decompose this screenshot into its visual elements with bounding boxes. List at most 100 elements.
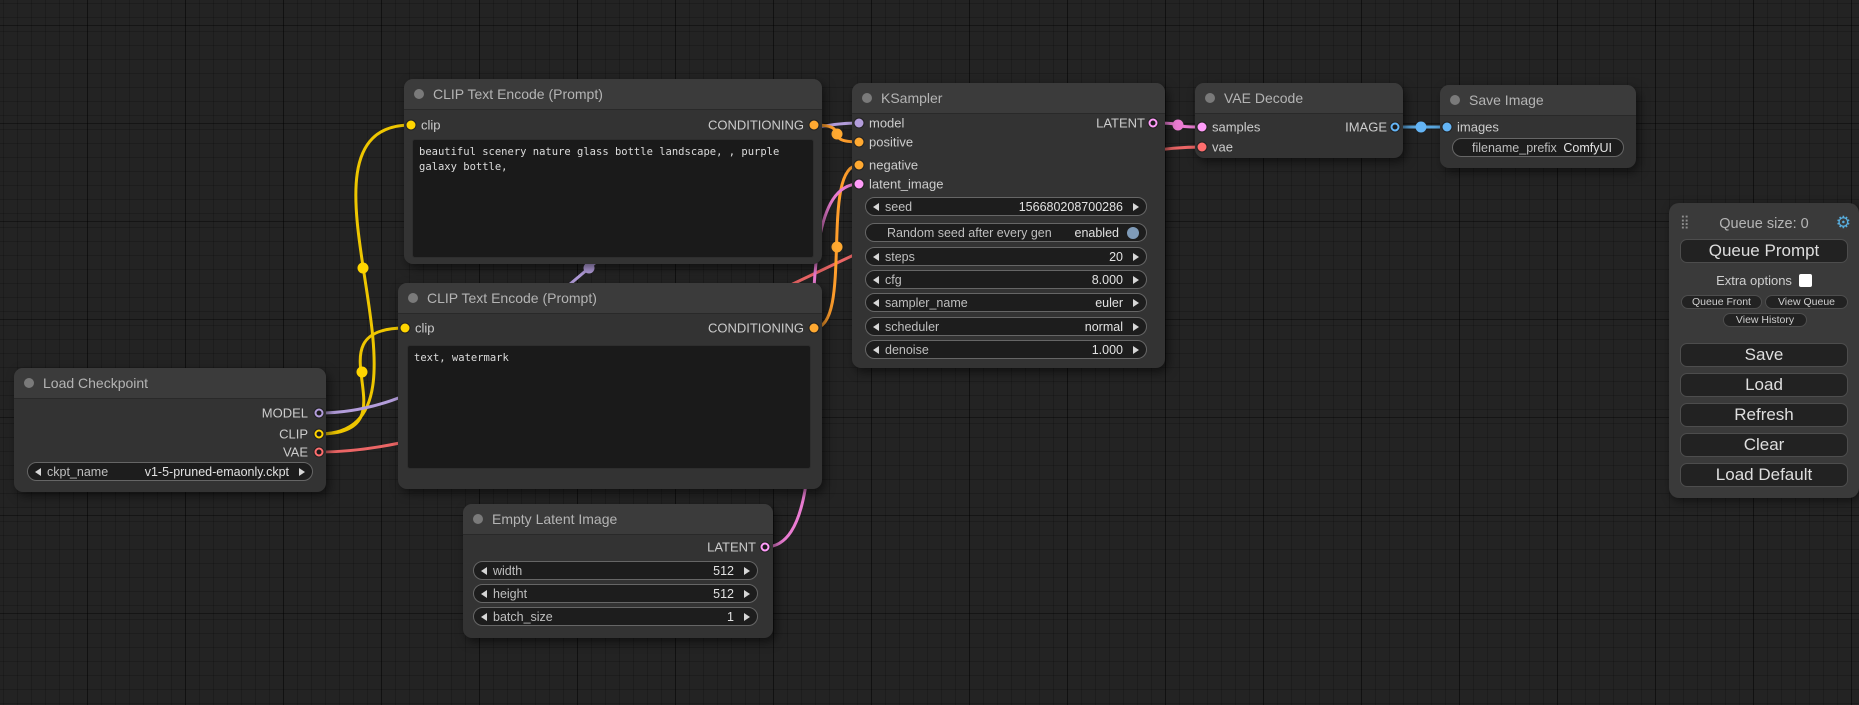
decrement-arrow-icon[interactable] xyxy=(873,346,879,354)
load-default-button[interactable]: Load Default xyxy=(1680,463,1848,487)
latent-output-port[interactable] xyxy=(761,543,770,552)
refresh-button[interactable]: Refresh xyxy=(1680,403,1848,427)
widget-label: scheduler xyxy=(885,320,939,334)
ckpt-name-widget[interactable]: ckpt_name v1-5-pruned-emaonly.ckpt xyxy=(27,462,313,481)
steps-widget[interactable]: steps 20 xyxy=(865,247,1147,266)
samples-input-port[interactable] xyxy=(1198,123,1207,132)
collapse-dot-icon[interactable] xyxy=(408,293,418,303)
clip-input-label: clip xyxy=(421,118,441,133)
scheduler-widget[interactable]: scheduler normal xyxy=(865,317,1147,336)
node-load-checkpoint[interactable]: Load Checkpoint MODEL CLIP VAE ckpt_name… xyxy=(14,368,326,492)
node-save-image[interactable]: Save Image images filename_prefix ComfyU… xyxy=(1440,85,1636,168)
denoise-widget[interactable]: denoise 1.000 xyxy=(865,340,1147,359)
increment-arrow-icon[interactable] xyxy=(744,590,750,598)
decrement-arrow-icon[interactable] xyxy=(873,276,879,284)
latent-output-port[interactable] xyxy=(1149,119,1158,128)
vae-input-port[interactable] xyxy=(1198,143,1207,152)
clip-input-port[interactable] xyxy=(401,324,410,333)
increment-arrow-icon[interactable] xyxy=(744,567,750,575)
decrement-arrow-icon[interactable] xyxy=(481,590,487,598)
batch-size-widget[interactable]: batch_size 1 xyxy=(473,607,758,626)
node-clip-text-encode-positive[interactable]: CLIP Text Encode (Prompt) clip CONDITION… xyxy=(404,79,822,264)
clip-input-port[interactable] xyxy=(407,121,416,130)
image-output-port[interactable] xyxy=(1391,123,1400,132)
image-output-label: IMAGE xyxy=(1345,120,1387,135)
filename-prefix-widget[interactable]: filename_prefix ComfyUI xyxy=(1452,138,1624,157)
node-title-bar[interactable]: CLIP Text Encode (Prompt) xyxy=(398,283,822,314)
collapse-dot-icon[interactable] xyxy=(1205,93,1215,103)
increment-arrow-icon[interactable] xyxy=(299,468,305,476)
save-button[interactable]: Save xyxy=(1680,343,1848,367)
node-empty-latent-image[interactable]: Empty Latent Image LATENT width 512 heig… xyxy=(463,504,773,638)
widget-value: 512 xyxy=(713,564,734,578)
comfyui-canvas[interactable]: { "colors": { "model": "#b39ddb", "clip"… xyxy=(0,0,1859,705)
extra-options-label: Extra options xyxy=(1716,273,1792,288)
node-title-bar[interactable]: VAE Decode xyxy=(1195,83,1403,114)
node-vae-decode[interactable]: VAE Decode samples vae IMAGE xyxy=(1195,83,1403,158)
node-ksampler[interactable]: KSampler model positive negative latent_… xyxy=(852,83,1165,368)
node-title: VAE Decode xyxy=(1224,90,1303,106)
decrement-arrow-icon[interactable] xyxy=(35,468,41,476)
clip-output-port[interactable] xyxy=(315,430,324,439)
model-input-port[interactable] xyxy=(855,119,864,128)
cfg-widget[interactable]: cfg 8.000 xyxy=(865,270,1147,289)
decrement-arrow-icon[interactable] xyxy=(873,253,879,261)
collapse-dot-icon[interactable] xyxy=(1450,95,1460,105)
increment-arrow-icon[interactable] xyxy=(1133,299,1139,307)
increment-arrow-icon[interactable] xyxy=(1133,276,1139,284)
queue-prompt-button[interactable]: Queue Prompt xyxy=(1680,239,1848,263)
samples-input-label: samples xyxy=(1212,120,1260,135)
prompt-textarea[interactable]: beautiful scenery nature glass bottle la… xyxy=(412,139,814,258)
gear-icon[interactable]: ⚙ xyxy=(1836,213,1851,233)
vae-input-label: vae xyxy=(1212,140,1233,155)
widget-value: 1 xyxy=(727,610,734,624)
conditioning-output-port[interactable] xyxy=(810,324,819,333)
widget-value: 20 xyxy=(1109,250,1123,264)
conditioning-output-label: CONDITIONING xyxy=(708,321,804,336)
positive-input-port[interactable] xyxy=(855,138,864,147)
load-button[interactable]: Load xyxy=(1680,373,1848,397)
node-clip-text-encode-negative[interactable]: CLIP Text Encode (Prompt) clip CONDITION… xyxy=(398,283,822,489)
conditioning-output-port[interactable] xyxy=(810,121,819,130)
extra-options-row: Extra options xyxy=(1669,273,1859,288)
height-widget[interactable]: height 512 xyxy=(473,584,758,603)
increment-arrow-icon[interactable] xyxy=(744,613,750,621)
width-widget[interactable]: width 512 xyxy=(473,561,758,580)
decrement-arrow-icon[interactable] xyxy=(873,299,879,307)
extra-options-checkbox[interactable] xyxy=(1799,274,1812,287)
decrement-arrow-icon[interactable] xyxy=(873,323,879,331)
decrement-arrow-icon[interactable] xyxy=(873,203,879,211)
decrement-arrow-icon[interactable] xyxy=(481,567,487,575)
node-title-bar[interactable]: Load Checkpoint xyxy=(14,368,326,399)
vae-output-port[interactable] xyxy=(315,448,324,457)
latent-image-input-port[interactable] xyxy=(855,180,864,189)
decrement-arrow-icon[interactable] xyxy=(481,613,487,621)
toggle-dot-icon[interactable] xyxy=(1127,227,1139,239)
images-input-port[interactable] xyxy=(1443,123,1452,132)
collapse-dot-icon[interactable] xyxy=(414,89,424,99)
view-history-button[interactable]: View History xyxy=(1723,313,1807,327)
negative-input-port[interactable] xyxy=(855,161,864,170)
sampler-name-widget[interactable]: sampler_name euler xyxy=(865,293,1147,312)
view-queue-button[interactable]: View Queue xyxy=(1765,295,1848,309)
model-output-port[interactable] xyxy=(315,409,324,418)
node-title-bar[interactable]: KSampler xyxy=(852,83,1165,114)
increment-arrow-icon[interactable] xyxy=(1133,253,1139,261)
widget-value: euler xyxy=(1095,296,1123,310)
prompt-textarea[interactable]: text, watermark xyxy=(407,345,811,469)
queue-size-label: Queue size: 0 xyxy=(1669,216,1859,232)
collapse-dot-icon[interactable] xyxy=(862,93,872,103)
random-seed-toggle-widget[interactable]: Random seed after every gen enabled xyxy=(865,223,1147,242)
widget-value: v1-5-pruned-emaonly.ckpt xyxy=(145,465,289,479)
node-title-bar[interactable]: CLIP Text Encode (Prompt) xyxy=(404,79,822,110)
queue-front-button[interactable]: Queue Front xyxy=(1681,295,1762,309)
collapse-dot-icon[interactable] xyxy=(473,514,483,524)
increment-arrow-icon[interactable] xyxy=(1133,346,1139,354)
increment-arrow-icon[interactable] xyxy=(1133,323,1139,331)
increment-arrow-icon[interactable] xyxy=(1133,203,1139,211)
seed-widget[interactable]: seed 156680208700286 xyxy=(865,197,1147,216)
node-title-bar[interactable]: Empty Latent Image xyxy=(463,504,773,535)
clear-button[interactable]: Clear xyxy=(1680,433,1848,457)
collapse-dot-icon[interactable] xyxy=(24,378,34,388)
node-title-bar[interactable]: Save Image xyxy=(1440,85,1636,116)
